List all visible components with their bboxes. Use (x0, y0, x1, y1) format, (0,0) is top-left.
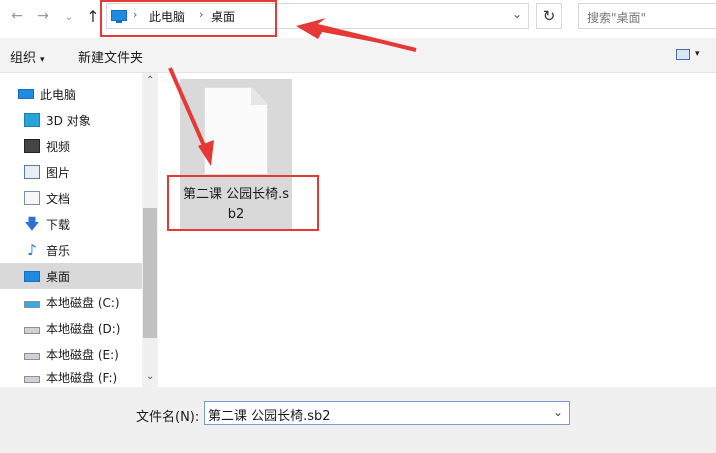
pictures-icon (24, 165, 40, 179)
up-arrow-icon: ↑ (86, 6, 100, 26)
forward-button[interactable]: → (32, 5, 54, 27)
sidebar-item-this-pc[interactable]: 此电脑 (0, 81, 160, 107)
sidebar-item-label: 桌面 (46, 269, 71, 284)
drive-icon (24, 300, 40, 308)
sidebar-item-label: 本地磁盘 (D:) (46, 321, 121, 336)
filename-value: 第二课 公园长椅.sb2 (208, 409, 331, 424)
drive-icon (24, 326, 40, 334)
toolbar: 组织 ▾ 新建文件夹 ▾ (0, 38, 716, 73)
annotation-box-address (100, 0, 277, 37)
scroll-down-icon[interactable]: ⌄ (146, 371, 154, 382)
filename-input[interactable]: 第二课 公园长椅.sb2 ⌄ (204, 401, 570, 425)
address-row: ← → ⌄ ↑ › 此电脑 › 桌面 ⌄ ↻ 搜索"桌面" (0, 0, 716, 37)
sidebar-item-label: 本地磁盘 (C:) (46, 295, 120, 310)
annotation-box-file (167, 175, 319, 231)
sidebar-item-label: 本地磁盘 (E:) (46, 347, 119, 362)
forward-arrow-icon: → (37, 8, 49, 24)
caret-down-icon: ▾ (40, 55, 45, 65)
chevron-down-icon: ⌄ (64, 9, 74, 23)
back-arrow-icon: ← (11, 8, 23, 24)
sidebar-item-label: 本地磁盘 (F:) (46, 370, 118, 385)
navigation-pane: 此电脑 3D 对象 视频 图片 文档 🡇 下载 ♪ 音乐 桌面 本地磁盘 (C:) … (0, 73, 158, 387)
sidebar-item-label: 音乐 (46, 243, 71, 258)
back-button[interactable]: ← (6, 5, 28, 27)
scroll-up-icon[interactable]: ⌃ (146, 75, 154, 86)
address-dropdown-icon[interactable]: ⌄ (512, 7, 522, 21)
chevron-down-icon[interactable]: ⌄ (553, 405, 563, 419)
computer-icon (18, 89, 34, 99)
sidebar-item-label: 文档 (46, 191, 71, 206)
refresh-button[interactable]: ↻ (536, 3, 562, 29)
recent-locations-button[interactable]: ⌄ (58, 5, 80, 27)
music-icon: ♪ (27, 241, 37, 259)
filename-label: 文件名(N): (136, 410, 200, 425)
view-options-icon[interactable] (676, 49, 690, 60)
refresh-icon: ↻ (542, 7, 556, 25)
search-input[interactable]: 搜索"桌面" (578, 3, 716, 29)
organize-button[interactable]: 组织 ▾ (10, 47, 45, 66)
sidebar-item-label: 视频 (46, 139, 71, 154)
sidebar-item-label: 图片 (46, 165, 71, 180)
sidebar-item-label: 此电脑 (40, 87, 77, 102)
3d-objects-icon (24, 113, 40, 127)
new-folder-button[interactable]: 新建文件夹 (78, 47, 143, 66)
download-icon: 🡇 (24, 215, 40, 233)
drive-icon (24, 352, 40, 360)
documents-icon (24, 191, 40, 205)
sidebar-item-label: 下载 (46, 217, 71, 232)
drive-icon (24, 375, 40, 383)
save-footer: 文件名(N): 第二课 公园长椅.sb2 ⌄ (0, 387, 716, 453)
search-placeholder: 搜索"桌面" (587, 11, 647, 25)
organize-label: 组织 (10, 51, 37, 66)
sidebar-item-desktop[interactable]: 桌面 (0, 263, 142, 289)
file-list: 第二课 公园长椅.sb2 (158, 73, 716, 387)
scrollbar-thumb[interactable] (143, 208, 157, 338)
video-icon (24, 139, 40, 153)
sidebar-item-label: 3D 对象 (46, 113, 91, 128)
desktop-icon (24, 270, 40, 282)
caret-down-icon[interactable]: ▾ (695, 49, 700, 59)
